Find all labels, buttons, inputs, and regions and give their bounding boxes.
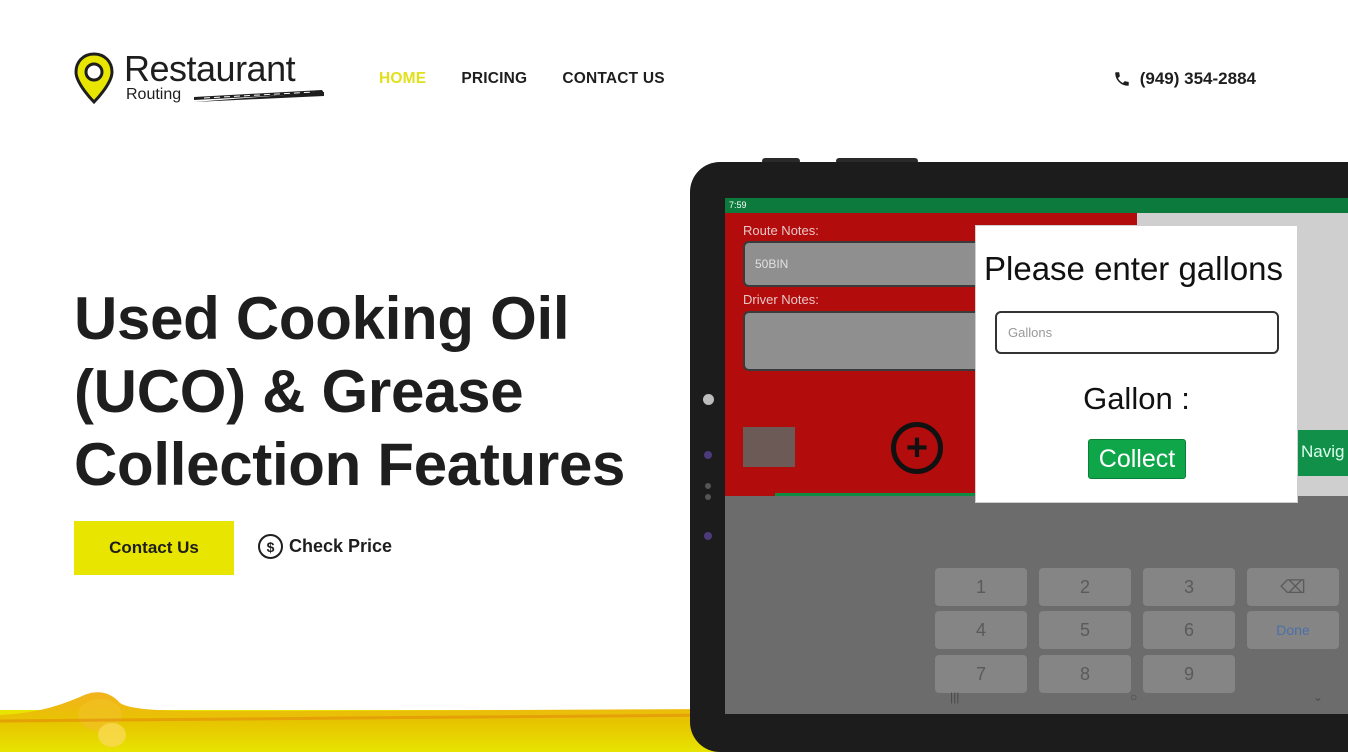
key-9[interactable]: 9 — [1143, 655, 1235, 693]
hero-title-line-1: Used Cooking Oil — [74, 285, 570, 352]
gallon-label: Gallon : — [1083, 381, 1190, 416]
camera-icon — [703, 394, 714, 405]
key-5[interactable]: 5 — [1039, 611, 1131, 649]
stop-photo-thumbnail[interactable] — [743, 427, 795, 467]
nav-pricing[interactable]: PRICING — [461, 70, 527, 88]
nav-contact[interactable]: CONTACT US — [562, 70, 664, 88]
check-price-label: Check Price — [289, 536, 393, 556]
main-nav: HOME PRICING CONTACT US — [379, 70, 665, 88]
key-4[interactable]: 4 — [935, 611, 1027, 649]
sensor-dot — [705, 483, 711, 489]
status-time: 7:59 — [729, 200, 747, 210]
key-6[interactable]: 6 — [1143, 611, 1235, 649]
logo-subtitle: Routing — [126, 86, 182, 103]
key-3[interactable]: 3 — [1143, 568, 1235, 606]
route-notes-field[interactable]: 50BIN — [743, 241, 1003, 287]
key-8[interactable]: 8 — [1039, 655, 1131, 693]
route-notes-label: Route Notes: — [743, 223, 819, 238]
hero-title: Used Cooking Oil (UCO) & Grease Collecti… — [74, 282, 674, 501]
plus-icon[interactable]: + — [891, 422, 943, 474]
header-phone[interactable]: (949) 354-2884 — [1113, 69, 1256, 89]
logo-pin-icon — [74, 52, 114, 104]
key-1[interactable]: 1 — [935, 568, 1027, 606]
navigate-button[interactable]: Navig — [1291, 430, 1348, 476]
phone-number: (949) 354-2884 — [1139, 69, 1256, 88]
enter-gallons-dialog: Please enter gallons Gallon : Collect — [975, 225, 1298, 503]
dialog-title: Please enter gallons — [984, 250, 1284, 287]
nav-home[interactable]: HOME — [379, 70, 426, 88]
logo-road-graphic — [194, 90, 324, 102]
sensor-dot — [704, 451, 712, 459]
contact-us-button[interactable]: Contact Us — [74, 521, 234, 575]
driver-notes-field[interactable] — [743, 311, 1003, 371]
key-done[interactable]: Done — [1247, 611, 1339, 649]
check-price-link[interactable]: $ Check Price — [258, 534, 392, 559]
numeric-keypad: 1 2 3 ⌫ 4 5 6 Done 7 8 9 ||| ○ ⌄ — [725, 496, 1348, 714]
dollar-icon: $ — [258, 534, 283, 559]
route-notes-value: 50BIN — [755, 257, 789, 271]
driver-notes-label: Driver Notes: — [743, 292, 819, 307]
logo-wordmark: Restaurant — [124, 48, 296, 89]
home-icon[interactable]: ○ — [1130, 690, 1137, 704]
hero-title-line-3: Collection Features — [74, 431, 626, 498]
key-7[interactable]: 7 — [935, 655, 1027, 693]
backspace-icon[interactable]: ⌫ — [1247, 568, 1339, 606]
back-icon[interactable]: ⌄ — [1313, 690, 1323, 704]
hero-title-line-2: (UCO) & Grease — [74, 358, 524, 425]
sensor-dot — [705, 494, 711, 500]
phone-icon — [1114, 72, 1129, 86]
oil-splash-graphic — [0, 692, 720, 752]
gallons-input[interactable] — [995, 311, 1279, 354]
site-logo[interactable]: Restaurant Routing — [74, 48, 334, 110]
collect-button[interactable]: Collect — [1088, 439, 1186, 479]
sensor-dot — [704, 532, 712, 540]
key-2[interactable]: 2 — [1039, 568, 1131, 606]
status-bar: 7:59 — [725, 198, 1348, 213]
recents-icon[interactable]: ||| — [950, 690, 959, 704]
